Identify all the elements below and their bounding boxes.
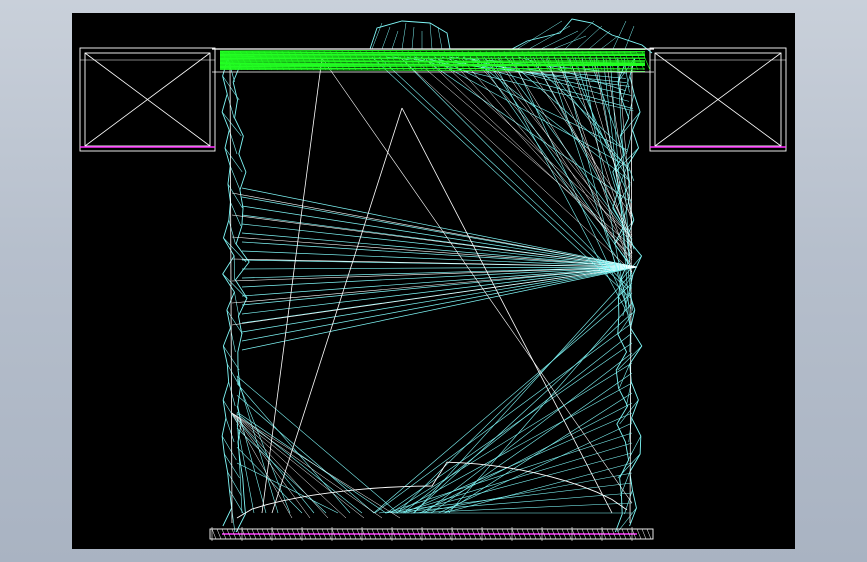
left-wall-tri — [221, 435, 237, 461]
bottom-base-hatch — [646, 528, 652, 540]
fan-bottom-right-line — [424, 352, 633, 514]
fan-bottom-right-line — [413, 272, 633, 514]
fan-top-right-line — [476, 56, 626, 270]
left-inner-rail — [229, 62, 233, 524]
left-wall-tri — [226, 93, 235, 119]
left-wall-tri — [225, 417, 235, 443]
bottom-base-hatch — [641, 528, 647, 540]
top-bump-left — [369, 20, 451, 50]
bottom-base-hatch — [636, 528, 642, 540]
top-bump-left-mesh — [371, 22, 383, 50]
fan-bottom-left-white — [231, 412, 347, 519]
top-bump-left-mesh — [381, 26, 391, 50]
fan-top-right-line — [378, 56, 628, 290]
bottom-base-hatch — [216, 528, 222, 540]
left-wall-tri — [222, 75, 240, 101]
bottom-base-group — [209, 527, 654, 541]
top-band-green-line — [219, 59, 646, 61]
top-bump-right-mesh — [588, 30, 611, 50]
left-wall-tri — [221, 111, 242, 137]
left-wall-tri — [230, 201, 242, 227]
right-wall-tri — [619, 399, 639, 425]
fan-bottom-right-line — [419, 402, 633, 514]
top-bump-right-mesh — [624, 25, 635, 50]
left-wall-tri — [233, 255, 235, 281]
top-bump-left-mesh — [401, 22, 407, 50]
fan-right-hub-line — [241, 266, 638, 297]
left-wall-tri — [234, 291, 240, 317]
fan-top-right-white — [401, 58, 633, 272]
fan-right-hub-line — [241, 196, 638, 268]
fan-top-right-white — [509, 58, 633, 257]
fan-bottom-right-line — [403, 412, 633, 514]
fan-top-right-white — [473, 58, 633, 244]
left-wall-tri — [229, 165, 241, 191]
top-bump-right-mesh — [576, 25, 603, 50]
fan-right-hub-white — [231, 192, 638, 268]
fan-right-hub-line — [241, 266, 638, 351]
top-bump-left-mesh — [429, 22, 433, 50]
box-body-group — [221, 18, 653, 533]
cad-viewport[interactable] — [72, 13, 795, 549]
top-bump-right-mesh — [552, 35, 587, 50]
left-wall-outline — [221, 57, 235, 527]
fan-bottom-left-white — [231, 412, 329, 519]
top-band-green-line — [219, 49, 646, 52]
fan-bottom-left-white — [231, 412, 383, 519]
fan-top-right-white — [521, 58, 633, 217]
fan-bottom-left-line — [236, 395, 375, 514]
fan-right-hub-line — [241, 232, 638, 268]
right-wall-outline — [626, 57, 643, 527]
bottom-base-hatch — [211, 528, 217, 540]
top-bump-right-mesh — [600, 35, 619, 50]
fan-top-right-line — [427, 56, 626, 166]
right-wall-tri — [627, 93, 635, 119]
fan-bottom-right-line — [443, 462, 633, 514]
fan-bottom-left-line — [236, 375, 279, 514]
left-wall-tri — [228, 381, 236, 407]
top-bump-right-mesh — [612, 20, 627, 50]
top-bump-right-mesh — [516, 20, 563, 50]
fan-right-hub-white — [231, 266, 638, 326]
fan-bottom-right-line — [412, 312, 633, 514]
top-bump-left-mesh — [437, 26, 443, 50]
fan-bottom-right-line — [390, 362, 633, 514]
top-bump-left-mesh — [411, 26, 415, 50]
fan-right-hub-line — [241, 266, 638, 342]
mesh-fan-group — [231, 56, 638, 519]
top-bump-right — [511, 18, 653, 54]
top-band-group — [212, 48, 654, 73]
top-bump-left-mesh — [391, 30, 399, 50]
left-wall-tri — [228, 219, 236, 245]
diagonal-white — [271, 107, 403, 514]
wireframe-drawing — [79, 18, 787, 541]
